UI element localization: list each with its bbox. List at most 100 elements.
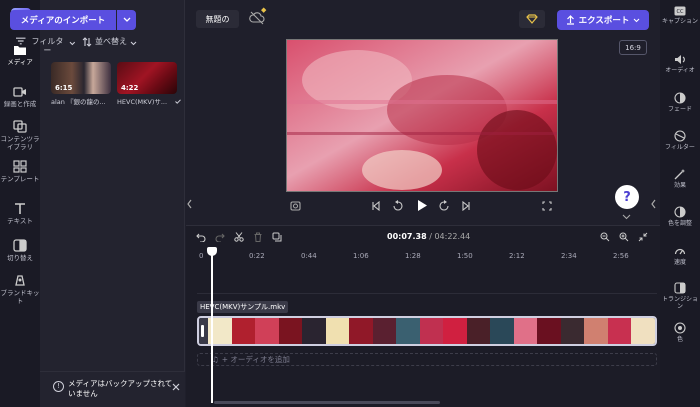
rail-item-text[interactable]: テキスト (0, 202, 40, 225)
aspect-ratio-label: 16:9 (625, 43, 641, 52)
chevron-left-icon (651, 199, 656, 209)
upload-icon (566, 15, 574, 25)
rail-item-effects[interactable]: 効果 (660, 168, 700, 189)
filter-label: フィルター (31, 37, 64, 55)
skip-back-button[interactable] (371, 200, 381, 214)
fit-timeline-button[interactable] (638, 232, 648, 245)
rail-item-audio[interactable]: オーディオ (660, 54, 700, 74)
chevron-down-icon (130, 41, 137, 46)
rail-item-color-adjust[interactable]: 色を調整 (660, 206, 700, 227)
media-name: HEVC(MKV)サ... (117, 98, 168, 106)
rail-item-filters[interactable]: フィルター (660, 130, 700, 151)
collapse-preview-button[interactable] (622, 213, 631, 223)
library-icon (13, 120, 27, 133)
filter-button[interactable]: フィルター (16, 37, 76, 55)
chevron-down-icon (123, 17, 130, 22)
rail-item-label: 効果 (673, 182, 686, 189)
delete-button[interactable] (253, 232, 263, 245)
ruler-tick: 0 (199, 252, 204, 260)
transition-icon (674, 282, 686, 294)
chevron-down-icon (622, 214, 631, 220)
backup-notice[interactable]: ! メディアはバックアップされていません (40, 371, 185, 407)
right-panel-handle[interactable] (650, 190, 658, 218)
screenshot-button[interactable] (290, 201, 301, 214)
screenshot-icon (290, 201, 301, 211)
play-button[interactable] (416, 199, 428, 215)
import-dropdown-button[interactable] (117, 10, 136, 30)
project-name[interactable]: 無題の (196, 10, 239, 28)
music-note-icon: ♫ (212, 355, 219, 364)
clip-trim-handle[interactable] (201, 325, 204, 337)
import-media-button[interactable]: メディアのインポート (10, 10, 116, 30)
rail-item-label: トランジション (661, 296, 698, 310)
forward-5-button[interactable] (438, 200, 450, 215)
rewind-5-button[interactable] (392, 200, 404, 215)
close-icon[interactable] (172, 383, 180, 391)
rail-item-label: コンテンツライブラリ (0, 135, 40, 151)
rail-item-label: メディア (7, 58, 33, 66)
undo-button[interactable] (196, 232, 206, 245)
sort-button[interactable]: 並べ替え (82, 37, 140, 47)
playhead[interactable] (211, 248, 213, 403)
ruler-tick: 2:12 (509, 252, 525, 260)
color-adjust-icon (674, 206, 686, 218)
add-audio-track[interactable]: ♫ + オーディオを追加 (197, 353, 657, 366)
export-label: エクスポート (578, 16, 630, 26)
video-preview[interactable] (286, 39, 558, 192)
fullscreen-button[interactable] (542, 201, 552, 214)
audio-icon (675, 55, 685, 64)
cloud-sync-icon[interactable]: ◆ (249, 6, 266, 28)
rail-item-content-library[interactable]: コンテンツライブラリ (0, 120, 40, 151)
chevron-left-icon (187, 199, 192, 209)
timeline-scrollbar[interactable] (214, 401, 440, 404)
check-icon (175, 98, 181, 104)
ruler-tick: 0:44 (301, 252, 317, 260)
video-frame (287, 40, 557, 191)
rail-item-speed[interactable]: 速度 (660, 245, 700, 266)
media-item[interactable]: 6:15 alan 『銀の龍の... (51, 62, 113, 106)
skip-back-icon (372, 200, 380, 212)
rail-item-record[interactable]: 録画と作成 (0, 86, 40, 108)
rail-item-label: テンプレート (0, 175, 40, 183)
scissors-icon (234, 232, 244, 242)
rail-item-templates[interactable]: テンプレート (0, 160, 40, 183)
help-label: ? (623, 189, 631, 205)
speed-icon (674, 248, 686, 255)
left-rail: メディア 録画と作成 コンテンツライブラリ テンプレート テキスト 切り替え ブ… (0, 0, 40, 407)
zoom-out-button[interactable] (600, 232, 610, 245)
help-button[interactable]: ? (615, 185, 639, 209)
rail-item-label: 速度 (673, 259, 686, 266)
rail-item-captions[interactable]: CC キャプション (660, 6, 700, 25)
skip-forward-button[interactable] (461, 200, 471, 214)
aspect-ratio-button[interactable]: 16:9 (619, 40, 647, 55)
total-time: 04:22.44 (434, 232, 471, 241)
premium-button[interactable] (519, 10, 545, 28)
rail-item-brand-kit[interactable]: ブランドキット (0, 274, 40, 305)
export-button[interactable]: エクスポート (557, 10, 649, 30)
premium-icon: ◆ (261, 6, 267, 14)
transition-icon (13, 239, 27, 252)
ruler-tick: 1:50 (457, 252, 473, 260)
play-icon (418, 200, 427, 211)
panel-collapse-handle[interactable] (186, 190, 194, 218)
zoom-in-button[interactable] (619, 232, 629, 245)
filter-icon (674, 130, 686, 142)
redo-button[interactable] (215, 232, 225, 245)
split-button[interactable] (234, 232, 244, 245)
rail-item-label: ブランドキット (0, 289, 40, 305)
rail-item-label: フィルター (665, 144, 695, 151)
rail-item-transitions[interactable]: 切り替え (0, 239, 40, 262)
duplicate-button[interactable] (272, 232, 282, 245)
media-name: alan 『銀の龍の... (51, 98, 106, 106)
rail-item-transitions[interactable]: トランジション (660, 282, 700, 310)
rail-item-fade[interactable]: フェード (660, 92, 700, 113)
rail-item-label: 色 (676, 336, 683, 343)
rail-item-label: 切り替え (7, 254, 33, 262)
svg-text:CC: CC (677, 9, 684, 15)
filter-lines-icon (16, 37, 26, 45)
current-time: 00:07.38 (387, 232, 427, 241)
rail-item-color[interactable]: 色 (660, 322, 700, 343)
video-clip[interactable] (197, 316, 657, 346)
media-item[interactable]: 4:22 HEVC(MKV)サ... (117, 62, 181, 106)
fullscreen-icon (542, 201, 552, 211)
